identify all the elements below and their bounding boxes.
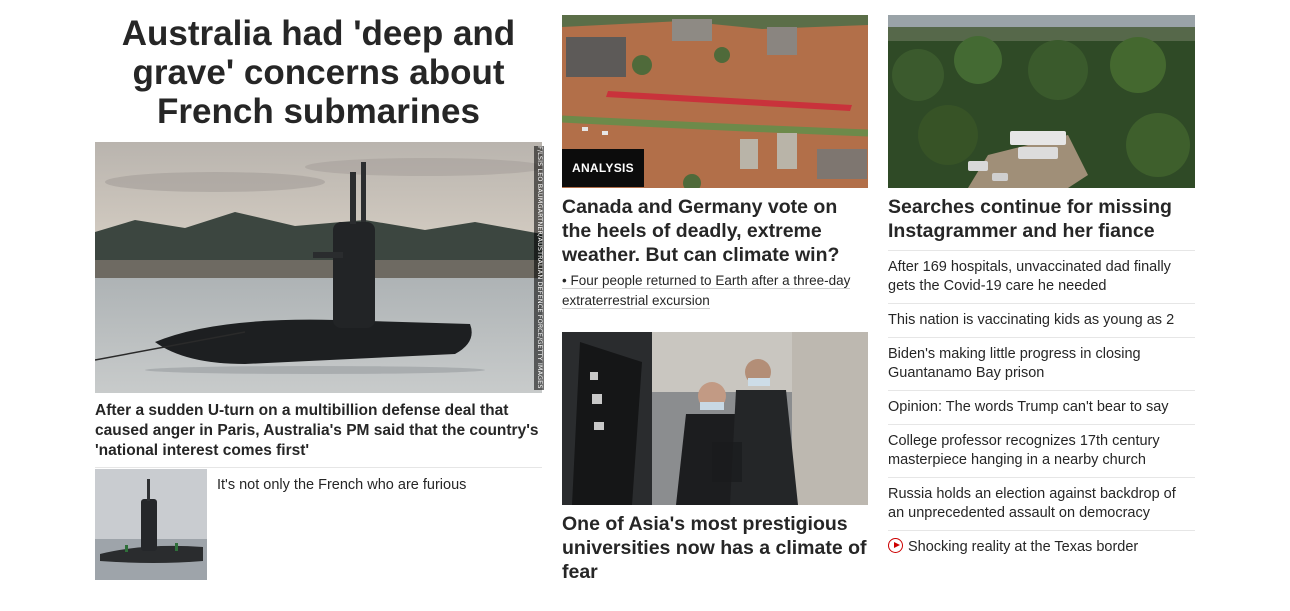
list-item[interactable]: College professor recognizes 17th centur… <box>888 432 1195 470</box>
climate-vote-headline-link[interactable]: Canada and Germany vote on the heels of … <box>562 195 868 267</box>
photo-credit: F/LSIS LEO BAUMGARTNER/AUSTRALIAN DEFENC… <box>534 146 544 390</box>
play-circle-icon <box>888 538 903 553</box>
lead-headline-link[interactable]: Australia had 'deep and grave' concerns … <box>95 14 542 131</box>
instagrammer-headline-link[interactable]: Searches continue for missing Instagramm… <box>888 195 1195 243</box>
lead-summary-link[interactable]: After a sudden U-turn on a multibillion … <box>95 401 542 461</box>
submarine-thumbnail[interactable] <box>95 469 207 580</box>
hero-submarine-image[interactable] <box>95 142 542 393</box>
divider <box>888 477 1195 478</box>
divider <box>888 337 1195 338</box>
lead-story-column: Australia had 'deep and grave' concerns … <box>95 0 544 611</box>
list-item[interactable]: Opinion: The words Trump can't bear to s… <box>888 398 1195 417</box>
divider <box>95 467 542 468</box>
list-item[interactable]: After 169 hospitals, unvaccinated dad fi… <box>888 258 1195 296</box>
video-list-item[interactable]: Shocking reality at the Texas border <box>888 538 1195 557</box>
video-link-label: Shocking reality at the Texas border <box>908 539 1139 555</box>
middle-column: ANALYSIS Canada and Germany vote on the … <box>562 0 868 611</box>
analysis-badge: ANALYSIS <box>562 149 644 187</box>
divider <box>888 390 1195 391</box>
university-headline-link[interactable]: One of Asia's most prestigious universit… <box>562 512 868 584</box>
university-protest-image[interactable] <box>562 332 868 505</box>
list-item[interactable]: Biden's making little progress in closin… <box>888 345 1195 383</box>
divider <box>888 424 1195 425</box>
right-column: Searches continue for missing Instagramm… <box>888 0 1195 611</box>
divider <box>888 303 1195 304</box>
bullet-text: • Four people returned to Earth after a … <box>562 273 851 309</box>
forest-aerial-image[interactable] <box>888 15 1195 188</box>
list-item[interactable]: This nation is vaccinating kids as young… <box>888 311 1195 330</box>
related-story-link[interactable]: It's not only the French who are furious <box>217 476 537 495</box>
divider <box>888 250 1195 251</box>
space-trip-bullet-link[interactable]: • Four people returned to Earth after a … <box>562 271 868 310</box>
divider <box>888 530 1195 531</box>
list-item[interactable]: Russia holds an election against backdro… <box>888 485 1195 523</box>
